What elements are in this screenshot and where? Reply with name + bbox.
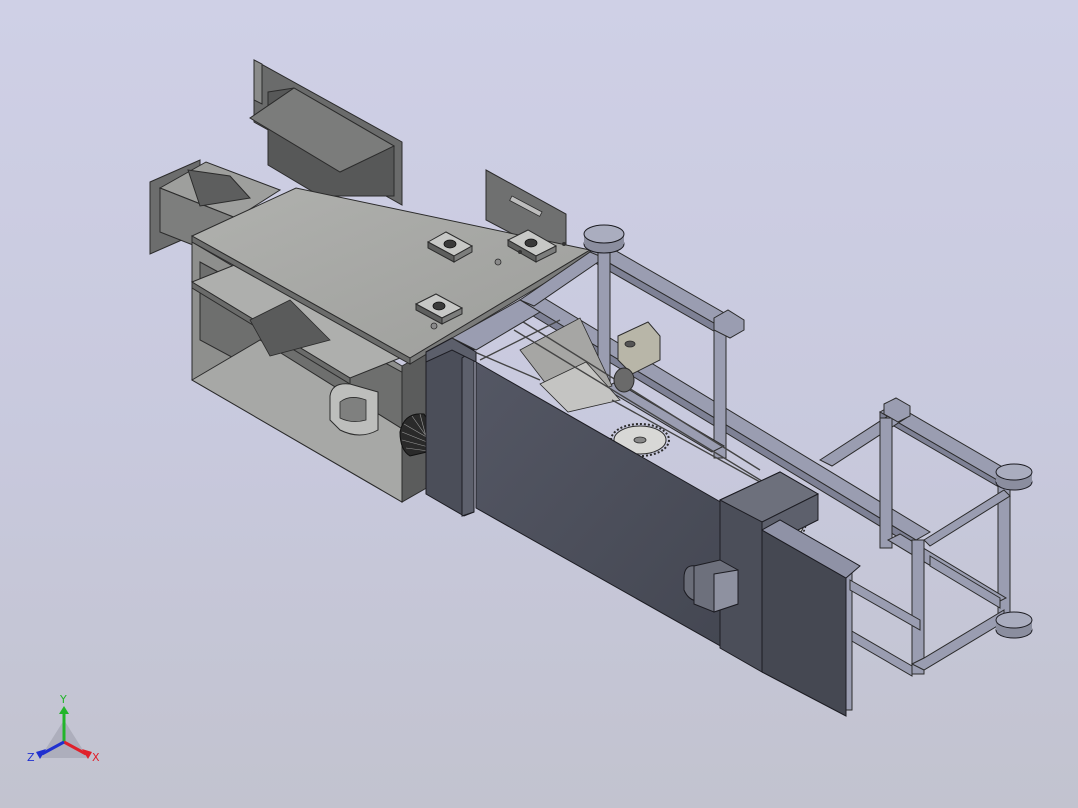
table-bolt-1 (494, 258, 502, 266)
frame-front-mid-rail (849, 579, 921, 631)
bearing-rear-hole (624, 340, 636, 348)
triad-y-arrow (59, 706, 69, 714)
frame-post-5 (911, 539, 925, 675)
table-bolt-3 (562, 242, 566, 246)
triad-x-label: X (92, 751, 100, 764)
assembly-model[interactable] (0, 0, 1078, 808)
clamp-bracket[interactable] (329, 383, 379, 436)
frame-front-cross-rail (923, 489, 1011, 547)
frame-right-lower-front-rail (910, 609, 1005, 671)
rear-hopper[interactable] (249, 59, 403, 206)
clamp-inner (339, 397, 367, 422)
bearing-block-3-hole (432, 301, 446, 311)
table-bolt-2 (430, 322, 438, 330)
guard-edge-post-face (461, 349, 475, 517)
triad-z-label: Z (27, 751, 35, 764)
orientation-triad[interactable]: Y X Z (22, 690, 112, 770)
gear-hub (633, 436, 647, 444)
bearing-block-1-hole (443, 239, 457, 249)
cad-viewport[interactable]: Y X Z (0, 0, 1078, 808)
frame-cap-1 (583, 224, 625, 254)
frame-right-front-rail (818, 411, 908, 467)
guard-panel-right[interactable] (718, 471, 861, 717)
handle-plate-face (713, 569, 739, 613)
table-bolt-4 (518, 250, 522, 254)
triad-y-label: Y (59, 693, 67, 706)
frame-post-2 (713, 321, 727, 459)
small-gear (613, 367, 635, 393)
frame-foot-1 (995, 611, 1033, 639)
bearing-block-2-hole (524, 238, 538, 248)
frame-front-diag-rail (929, 555, 1001, 609)
frame-cap-2 (995, 463, 1033, 491)
frame-front-bottom-rail (849, 629, 913, 677)
hopper-side-wall (253, 59, 263, 105)
frame-right-top-rail-side (879, 411, 1005, 491)
frame-post-3 (879, 417, 893, 549)
